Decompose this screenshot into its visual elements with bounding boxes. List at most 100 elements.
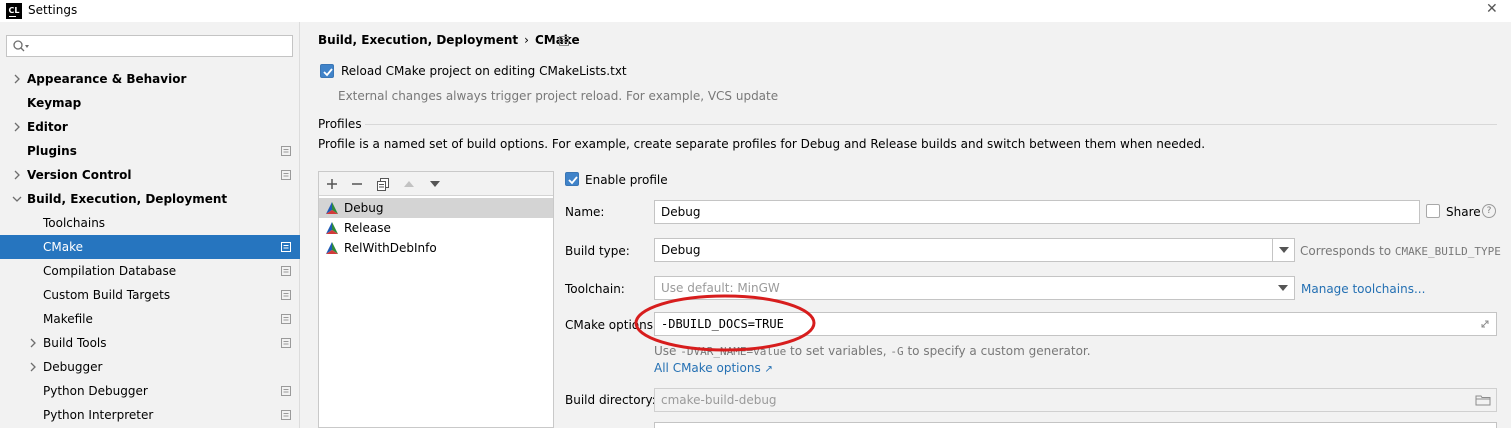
build-type-value: Debug (661, 243, 701, 257)
chevron-right-icon[interactable] (12, 115, 22, 139)
external-link-icon: ↗ (764, 364, 773, 375)
sidebar-item[interactable]: Build, Execution, Deployment (0, 187, 300, 211)
cmake-options-hint-part3: to specify a custom generator. (907, 344, 1091, 358)
sidebar-item[interactable]: Custom Build Targets (0, 283, 300, 307)
profile-list-item[interactable]: RelWithDebInfo (319, 238, 553, 258)
remove-profile-icon[interactable] (349, 176, 365, 192)
profiles-section-title: Profiles (318, 117, 362, 131)
clion-logo-icon: CL (6, 3, 22, 19)
cmake-triangle-icon (326, 202, 338, 214)
sidebar-item[interactable]: CMake (0, 235, 300, 259)
reload-cmake-checkbox[interactable] (320, 64, 334, 78)
sidebar-item[interactable]: Python Debugger (0, 379, 300, 403)
project-level-icon (559, 36, 569, 46)
sidebar-item[interactable]: Toolchains (0, 211, 300, 235)
sidebar-item-label: Custom Build Targets (43, 288, 171, 302)
cmake-triangle-icon (326, 242, 338, 254)
profile-list-item[interactable]: Debug (319, 198, 553, 218)
cmake-options-input[interactable]: -DBUILD_DOCS=TRUE (654, 312, 1497, 336)
sidebar-item[interactable]: Debugger (0, 355, 300, 379)
project-level-icon (281, 242, 291, 252)
cmake-triangle-icon (326, 222, 338, 234)
reload-cmake-hint: External changes always trigger project … (338, 89, 779, 103)
chevron-right-icon[interactable] (28, 355, 38, 379)
sidebar-item[interactable]: Python Interpreter (0, 403, 300, 427)
name-label: Name: (565, 205, 605, 219)
sidebar-item-label: Appearance & Behavior (27, 72, 187, 86)
window-title: Settings (28, 3, 78, 17)
sidebar-item-label: Debugger (43, 360, 103, 374)
toolchain-value: Use default: MinGW (661, 281, 780, 295)
cmake-options-label: CMake options: (565, 318, 658, 332)
project-level-icon (281, 170, 291, 180)
close-icon[interactable]: ✕ (1486, 1, 1498, 17)
cmake-options-hint-code1: -DVAR_NAME=value (680, 345, 787, 358)
next-field-input[interactable] (654, 422, 1497, 428)
chevron-right-icon[interactable] (12, 67, 22, 91)
build-type-hint-text: Corresponds to (1300, 244, 1392, 258)
build-type-hint-code: CMAKE_BUILD_TYPE (1394, 245, 1501, 258)
chevron-right-icon[interactable] (28, 331, 38, 355)
enable-profile-checkbox[interactable] (565, 172, 579, 186)
checkmark-icon (323, 68, 333, 77)
sidebar-item-label: Python Interpreter (43, 408, 154, 422)
breadcrumb-current: CMake (534, 33, 580, 47)
cmake-options-value: -DBUILD_DOCS=TRUE (661, 317, 784, 331)
sidebar-item-label: Editor (27, 120, 68, 134)
chevron-right-icon[interactable] (12, 163, 22, 187)
all-cmake-options-link[interactable]: All CMake options ↗ (654, 361, 773, 375)
toolchain-select[interactable]: Use default: MinGW (654, 276, 1295, 300)
build-type-select[interactable]: Debug (654, 238, 1295, 262)
profiles-list-panel: Debug Release RelWithDebInfo (318, 171, 554, 428)
copy-profile-icon[interactable] (375, 176, 391, 192)
settings-search-input[interactable] (6, 35, 293, 57)
reload-cmake-label[interactable]: Reload CMake project on editing CMakeLis… (341, 64, 627, 78)
share-label[interactable]: Share (1446, 205, 1481, 219)
sidebar-item[interactable]: Compilation Database (0, 259, 300, 283)
profile-list-item[interactable]: Release (319, 218, 553, 238)
sidebar-item-label: Python Debugger (43, 384, 148, 398)
help-icon[interactable]: ? (1482, 204, 1496, 218)
sidebar-item-label: Keymap (27, 96, 82, 110)
profile-name: Release (344, 221, 391, 235)
expand-icon[interactable] (1479, 318, 1491, 330)
profile-name: RelWithDebInfo (344, 241, 437, 255)
search-icon (13, 40, 29, 52)
project-level-icon (281, 386, 291, 396)
dropdown-arrow-icon[interactable] (1272, 239, 1294, 261)
sidebar-item-label: Makefile (43, 312, 93, 326)
breadcrumb-parent[interactable]: Build, Execution, Deployment (318, 33, 518, 47)
sidebar-item[interactable]: Plugins (0, 139, 300, 163)
sidebar-item[interactable]: Keymap (0, 91, 300, 115)
profile-name: Debug (344, 201, 384, 215)
manage-toolchains-link[interactable]: Manage toolchains... (1301, 282, 1425, 296)
chevron-down-icon[interactable] (12, 187, 22, 211)
move-down-icon[interactable] (427, 176, 443, 192)
dropdown-arrow-icon[interactable] (1272, 277, 1294, 299)
build-directory-label: Build directory: (565, 393, 656, 407)
sidebar-item[interactable]: Makefile (0, 307, 300, 331)
project-level-icon (281, 338, 291, 348)
sidebar-item-label: Version Control (27, 168, 132, 182)
breadcrumb-separator: › (524, 33, 529, 47)
cmake-options-hint: Use -DVAR_NAME=value to set variables, -… (654, 344, 1091, 358)
share-checkbox[interactable] (1426, 204, 1440, 218)
move-up-icon[interactable] (401, 176, 417, 192)
sidebar-item[interactable]: Appearance & Behavior (0, 67, 300, 91)
sidebar-item[interactable]: Build Tools (0, 331, 300, 355)
cmake-options-hint-part2: to set variables, (790, 344, 887, 358)
build-directory-input[interactable]: cmake-build-debug (654, 388, 1497, 412)
sidebar-item[interactable]: Version Control (0, 163, 300, 187)
folder-icon[interactable] (1475, 394, 1491, 406)
enable-profile-label[interactable]: Enable profile (585, 173, 668, 187)
project-level-icon (281, 266, 291, 276)
profiles-divider (365, 124, 1497, 125)
sidebar-item-label: Toolchains (43, 216, 106, 230)
settings-sidebar: Appearance & Behavior Keymap Editor Plugins… (0, 22, 300, 428)
build-type-label: Build type: (565, 244, 630, 258)
sidebar-item-label: CMake (43, 240, 83, 254)
sidebar-item[interactable]: Editor (0, 115, 300, 139)
project-level-icon (281, 146, 291, 156)
add-profile-icon[interactable] (324, 176, 340, 192)
profile-name-input[interactable]: Debug (654, 200, 1420, 224)
